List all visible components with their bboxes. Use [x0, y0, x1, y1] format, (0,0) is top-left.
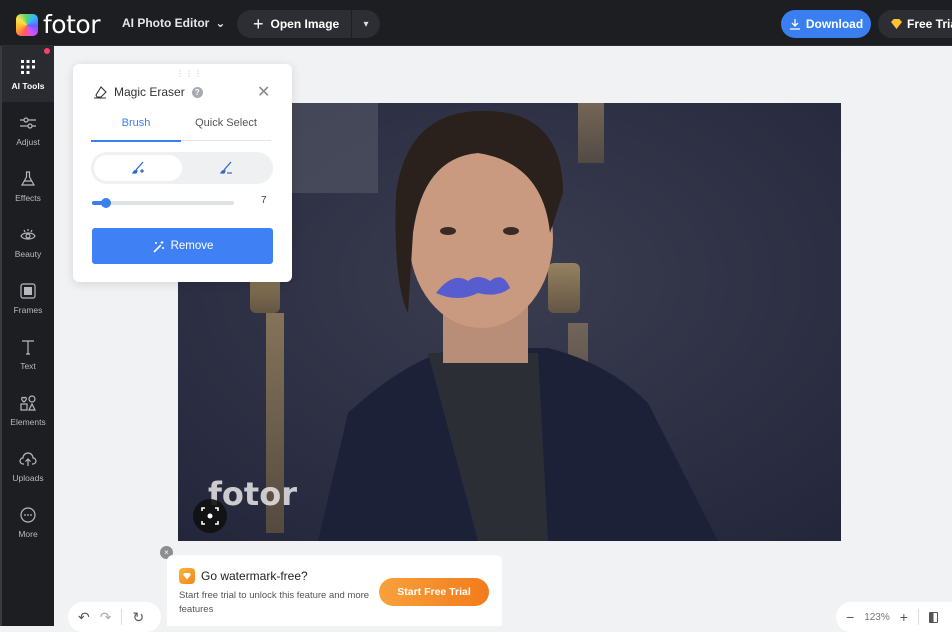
backdrop-logo: [548, 263, 580, 313]
sidebar-item-frames[interactable]: Frames: [2, 270, 54, 326]
reset-icon[interactable]: ↻: [132, 609, 144, 626]
cloud-upload-icon: [19, 451, 37, 466]
sidebar-item-effects[interactable]: Effects: [2, 158, 54, 214]
magic-eraser-panel: ⋮⋮⋮ Magic Eraser ? ✕ Brush Quick Select …: [73, 64, 292, 282]
zoom-level: 123%: [864, 611, 890, 623]
left-eye: [440, 227, 456, 235]
promo-description: Start free trial to unlock this feature …: [179, 590, 370, 615]
sidebar-label: AI Tools: [11, 80, 45, 91]
divider: [917, 609, 919, 625]
sidebar-label: Uploads: [12, 472, 44, 483]
promo-title: Go watermark-free?: [201, 569, 308, 583]
notification-dot: [44, 48, 50, 54]
diamond-icon: [183, 572, 191, 580]
frame-icon: [20, 282, 36, 299]
chevron-down-icon: ⌄: [215, 16, 226, 30]
eraser-tabs: Brush Quick Select: [91, 117, 271, 142]
logo-mark-icon: [16, 13, 38, 36]
open-image-button[interactable]: + Open Image: [237, 10, 352, 38]
zoom-out-button[interactable]: −: [846, 609, 854, 625]
sidebar-item-more[interactable]: More: [2, 494, 54, 550]
top-bar: fotor AI Photo Editor ⌄ + Open Image ▾ D…: [0, 0, 952, 46]
sidebar-label: Elements: [10, 416, 46, 427]
close-icon[interactable]: ✕: [257, 82, 270, 102]
zoom-controls: − 123% +: [836, 602, 952, 632]
eye-icon: [20, 228, 36, 240]
download-label: Download: [805, 17, 864, 31]
sidebar-item-elements[interactable]: Elements: [2, 382, 54, 438]
redo-icon[interactable]: ↷: [100, 609, 112, 626]
sidebar-item-adjust[interactable]: Adjust: [2, 102, 54, 158]
download-button[interactable]: Download: [781, 10, 871, 38]
tab-quick-select[interactable]: Quick Select: [181, 117, 271, 140]
brush-add-button[interactable]: [94, 155, 182, 181]
open-image-label: Open Image: [270, 17, 340, 31]
zoom-in-button[interactable]: +: [900, 609, 908, 625]
flask-icon: [20, 170, 36, 186]
sidebar-label: Effects: [15, 192, 41, 203]
undo-icon[interactable]: ↶: [78, 609, 90, 626]
shapes-icon: [20, 394, 36, 411]
sidebar-item-ai-tools[interactable]: AI Tools: [2, 46, 54, 102]
diamond-badge-icon: [179, 568, 195, 584]
drag-handle-icon[interactable]: ⋮⋮⋮: [176, 69, 203, 78]
backdrop-trophy: [578, 103, 604, 163]
fotor-logo[interactable]: fotor: [16, 10, 100, 39]
sidebar-label: Adjust: [16, 136, 40, 147]
open-image-dropdown-button[interactable]: ▾: [352, 19, 380, 30]
download-icon: [789, 19, 800, 30]
compare-icon[interactable]: [928, 611, 938, 623]
start-free-trial-button[interactable]: Start Free Trial: [379, 578, 489, 606]
free-trial-label: Free Trial: [907, 17, 952, 31]
logo-text: fotor: [43, 10, 100, 39]
open-image-group: + Open Image ▾: [237, 10, 380, 38]
panel-title-text: Magic Eraser: [114, 85, 185, 99]
right-eye: [503, 227, 519, 235]
history-controls: ↶ ↷ ↻: [68, 602, 161, 632]
backdrop-sign: [288, 103, 378, 193]
lens-dot: [207, 513, 213, 519]
eraser-icon: [94, 86, 107, 99]
more-icon: [20, 506, 36, 523]
sidebar-label: Frames: [13, 304, 43, 315]
brush-erase-icon: [219, 161, 232, 174]
sidebar-label: Beauty: [14, 248, 42, 259]
plus-icon: +: [253, 14, 264, 34]
app-menu-label: AI Photo Editor: [122, 16, 210, 30]
brush-size-slider[interactable]: [92, 198, 234, 208]
sidebar-item-beauty[interactable]: Beauty: [2, 214, 54, 270]
sidebar-item-uploads[interactable]: Uploads: [2, 438, 54, 494]
brush-add-icon: [131, 161, 144, 174]
remove-label: Remove: [170, 240, 214, 252]
text-icon: [22, 339, 34, 355]
brush-erase-button[interactable]: [182, 155, 270, 181]
sidebar-label: Text: [20, 360, 36, 371]
sidebar: AI Tools Adjust Effects Beauty Frames Te…: [0, 46, 54, 626]
diamond-icon: [891, 19, 902, 29]
brush-size-value: 7: [261, 195, 267, 206]
sidebar-label: More: [18, 528, 38, 539]
grid-icon: [21, 59, 35, 74]
remove-button[interactable]: Remove: [92, 228, 273, 264]
sliders-icon: [20, 116, 36, 129]
panel-title: Magic Eraser ?: [93, 85, 203, 99]
watermark-promo: Go watermark-free? Start free trial to u…: [167, 555, 502, 626]
brush-mode-toggle: [91, 152, 273, 184]
free-trial-button[interactable]: Free Trial: [878, 10, 952, 38]
tab-brush[interactable]: Brush: [91, 117, 181, 142]
app-menu-dropdown[interactable]: AI Photo Editor ⌄: [122, 16, 225, 30]
magic-wand-icon: [153, 240, 164, 253]
sidebar-item-text[interactable]: Text: [2, 326, 54, 382]
help-icon[interactable]: ?: [191, 86, 203, 98]
slider-handle[interactable]: [101, 198, 112, 208]
divider: [121, 609, 123, 625]
